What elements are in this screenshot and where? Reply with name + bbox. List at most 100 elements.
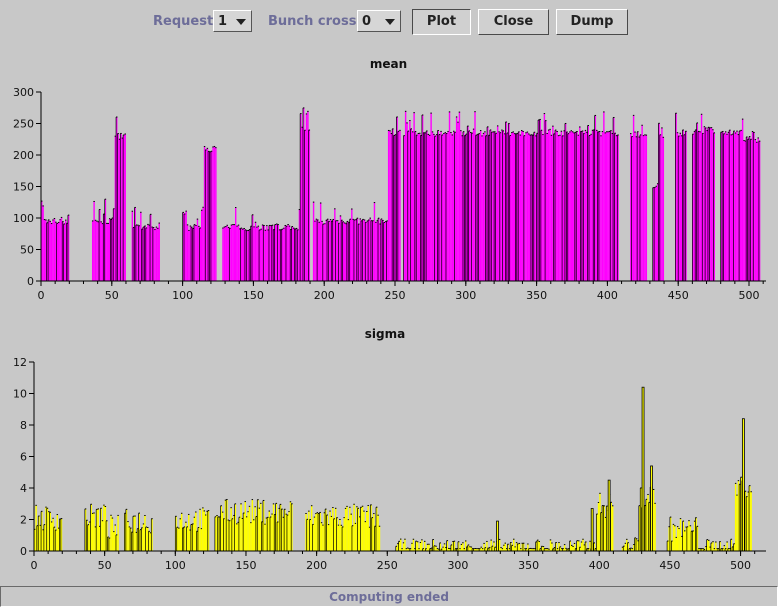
- x-tick-label: 350: [518, 559, 539, 572]
- data-segment: [720, 118, 744, 281]
- y-tick-label: 50: [20, 244, 34, 257]
- data-segment: [40, 200, 70, 281]
- chart-title: sigma: [365, 327, 405, 341]
- x-tick-label: 300: [447, 559, 468, 572]
- bin-bar: [319, 202, 322, 281]
- data-segment: [182, 206, 204, 281]
- data-segment: [214, 498, 293, 551]
- bin-bar: [570, 545, 573, 551]
- y-tick-label: 6: [20, 451, 27, 464]
- bin-bar: [329, 511, 331, 551]
- bin-bar: [201, 210, 203, 281]
- bin-bar: [107, 223, 109, 281]
- bin-bar: [322, 525, 324, 551]
- bin-bar: [202, 507, 204, 551]
- bin-bar: [363, 511, 365, 551]
- bin-bar: [678, 528, 680, 551]
- bin-bar: [234, 207, 237, 281]
- bin-bar: [404, 539, 406, 551]
- data-segment: [403, 110, 619, 282]
- bin-bar: [417, 133, 420, 281]
- data-segment: [203, 145, 217, 281]
- bin-bar: [111, 518, 114, 551]
- bin-bar: [754, 139, 757, 281]
- bin-bar: [448, 111, 451, 281]
- bin-bar: [287, 224, 289, 281]
- x-tick-label: 200: [306, 559, 327, 572]
- bin-bar: [399, 130, 401, 281]
- bin-bar: [641, 125, 643, 281]
- bin-bar: [213, 146, 216, 281]
- bin-bar: [283, 228, 285, 281]
- bin-bar: [236, 226, 238, 281]
- bin-bar: [518, 543, 521, 551]
- bin-bar: [91, 513, 94, 551]
- bin-bar: [472, 129, 475, 281]
- bin-bar: [223, 227, 226, 281]
- data-segment: [387, 116, 401, 282]
- bin-bar: [339, 519, 341, 551]
- bin-bar: [101, 520, 104, 551]
- bin-bar: [271, 514, 273, 551]
- bin-bar: [550, 135, 553, 281]
- status-text: Computing ended: [329, 590, 449, 604]
- bin-bar: [327, 524, 330, 551]
- bin-bar: [242, 229, 244, 281]
- x-tick-label: 200: [314, 289, 335, 302]
- x-tick-label: 100: [172, 289, 193, 302]
- bin-bar: [324, 223, 326, 281]
- bin-bar: [645, 135, 648, 281]
- bin-bar: [442, 547, 444, 551]
- bin-bar: [256, 227, 258, 281]
- x-tick-label: 450: [659, 559, 680, 572]
- bin-bar: [513, 539, 515, 551]
- bin-bar: [50, 521, 53, 551]
- bin-bar: [240, 503, 242, 551]
- bin-bar: [447, 131, 449, 281]
- bin-bar: [202, 207, 204, 281]
- bin-bar: [712, 541, 714, 551]
- bin-bar: [199, 509, 201, 551]
- bin-bar: [57, 222, 60, 281]
- bin-bar: [318, 222, 320, 281]
- bin-bar: [443, 543, 446, 551]
- x-tick-label: 400: [589, 559, 610, 572]
- bin-bar: [642, 135, 645, 281]
- bin-bar: [250, 522, 252, 551]
- bin-bar: [185, 211, 187, 281]
- x-tick-label: 50: [98, 559, 112, 572]
- bin-bar: [634, 132, 636, 281]
- data-segment: [34, 504, 63, 551]
- bin-bar: [373, 202, 376, 281]
- bin-bar: [320, 522, 323, 551]
- x-tick-label: 450: [668, 289, 689, 302]
- bin-bar: [127, 521, 129, 551]
- bin-bar: [49, 221, 51, 281]
- data-segment: [299, 107, 311, 282]
- bin-bar: [528, 133, 530, 281]
- bin-bar: [563, 544, 566, 551]
- bin-bar: [676, 526, 679, 551]
- spike-bar: [590, 508, 594, 552]
- bin-bar: [730, 134, 733, 281]
- bin-bar: [458, 112, 461, 281]
- bin-bar: [624, 543, 627, 551]
- spike-bar: [607, 479, 611, 552]
- bin-bar: [186, 224, 189, 281]
- y-tick-label: 12: [13, 356, 27, 369]
- bin-bar: [389, 130, 391, 281]
- y-tick-label: 4: [20, 482, 27, 495]
- bin-bar: [313, 517, 316, 551]
- bin-bar: [375, 222, 377, 281]
- y-tick-label: 300: [13, 86, 34, 99]
- bin-bar: [740, 130, 742, 281]
- bin-bar: [584, 130, 587, 281]
- bin-bar: [94, 220, 97, 281]
- bin-bar: [460, 130, 462, 281]
- bin-bar: [147, 224, 149, 281]
- x-tick-label: 0: [38, 289, 45, 302]
- data-segment: [638, 486, 656, 551]
- bin-bar: [504, 543, 506, 551]
- bin-bar: [215, 147, 217, 281]
- bin-bar: [400, 539, 402, 551]
